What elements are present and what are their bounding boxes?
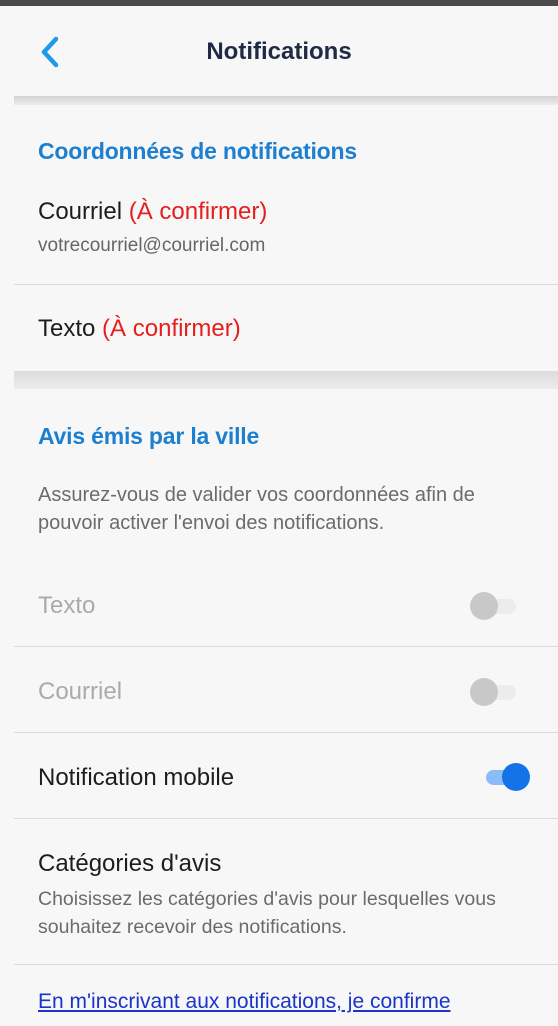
terms-link[interactable]: En m'inscrivant aux notifications, je co… bbox=[38, 990, 451, 1014]
page-title: Notifications bbox=[206, 38, 352, 65]
sms-contact-row[interactable]: Texto (À confirmer) bbox=[38, 315, 241, 343]
app-header: Notifications bbox=[0, 6, 558, 97]
section-title-city: Avis émis par la ville bbox=[38, 423, 260, 449]
toggle-label-mobile: Notification mobile bbox=[38, 764, 235, 791]
mobile-notification-toggle[interactable] bbox=[480, 762, 530, 792]
sms-label: Texto bbox=[38, 315, 96, 342]
divider bbox=[14, 964, 558, 965]
divider bbox=[14, 818, 558, 819]
email-value: votrecourriel@courriel.com bbox=[38, 235, 266, 256]
header-shadow bbox=[14, 96, 558, 105]
section-separator bbox=[14, 371, 558, 389]
email-toggle[interactable] bbox=[470, 677, 520, 707]
email-label: Courriel bbox=[38, 198, 123, 225]
divider bbox=[14, 646, 558, 647]
sms-status: (À confirmer) bbox=[102, 315, 241, 342]
toggle-label-sms: Texto bbox=[38, 592, 96, 619]
city-description: Assurez-vous de valider vos coordonnées … bbox=[38, 484, 475, 534]
email-contact-row[interactable]: Courriel (À confirmer) bbox=[38, 198, 267, 226]
toggle-label-email: Courriel bbox=[38, 678, 123, 705]
categories-row[interactable]: Catégories d'avis bbox=[38, 850, 221, 878]
section-title-contact: Coordonnées de notifications bbox=[38, 138, 357, 164]
divider bbox=[14, 732, 558, 733]
categories-description: Choisissez les catégories d'avis pour le… bbox=[38, 888, 496, 938]
email-status: (À confirmer) bbox=[128, 198, 268, 225]
divider bbox=[14, 284, 558, 285]
sms-toggle[interactable] bbox=[470, 591, 520, 621]
